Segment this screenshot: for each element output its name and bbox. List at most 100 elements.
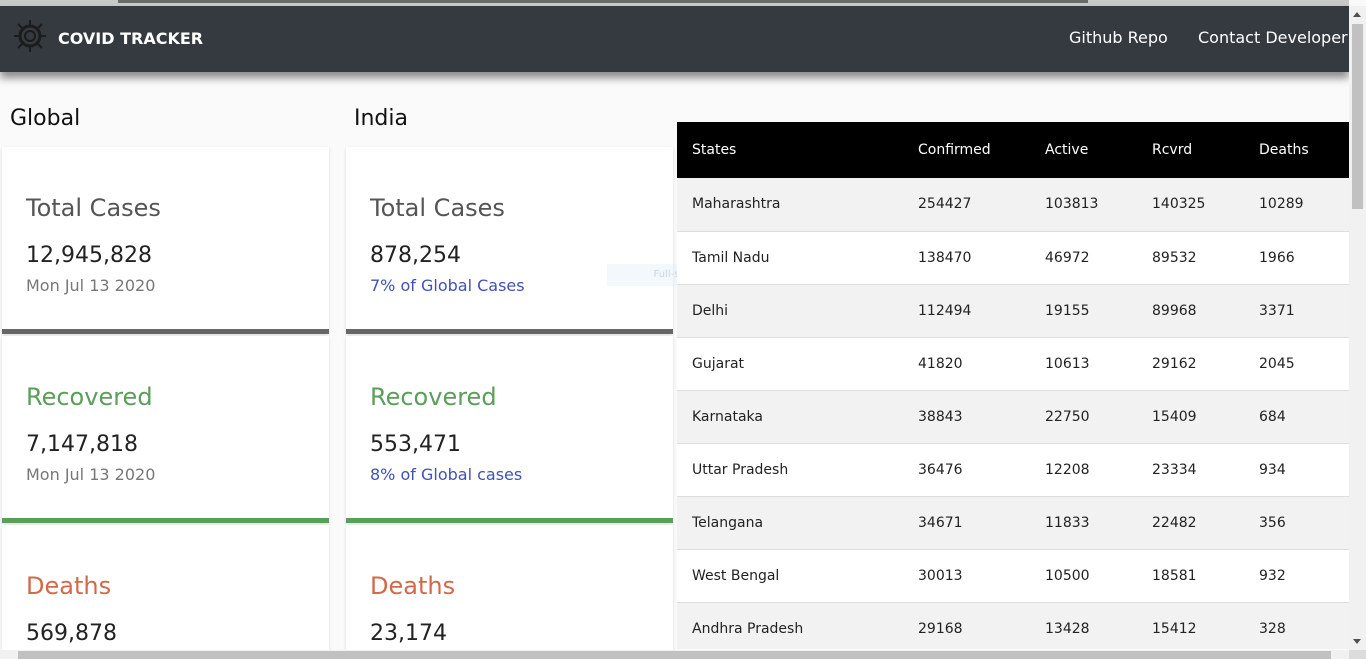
cell-recovered: 29162 <box>1152 355 1197 372</box>
card-title: Deaths <box>26 572 112 600</box>
india-recovered-card: Recovered 553,471 8% of Global cases <box>346 336 673 523</box>
card-title: Total Cases <box>370 194 505 222</box>
cell-state: Gujarat <box>692 355 745 372</box>
cell-confirmed: 29168 <box>918 620 963 637</box>
card-value: 569,878 <box>26 621 117 646</box>
table-row[interactable]: Andhra Pradesh 29168 13428 15412 328 <box>677 602 1349 649</box>
card-value: 23,174 <box>370 621 447 646</box>
cell-deaths: 932 <box>1259 567 1286 584</box>
card-date: Mon Jul 13 2020 <box>26 465 156 484</box>
scroll-down-icon[interactable] <box>1353 639 1361 644</box>
cell-state: West Bengal <box>692 567 780 584</box>
horizontal-scrollbar[interactable] <box>0 650 1349 659</box>
cell-recovered: 15412 <box>1152 620 1197 637</box>
cell-recovered: 18581 <box>1152 567 1197 584</box>
card-percentage: 7% of Global Cases <box>370 276 525 295</box>
india-section-title: India <box>354 106 408 131</box>
card-value: 12,945,828 <box>26 243 152 268</box>
table-row[interactable]: Tamil Nadu 138470 46972 89532 1966 <box>677 231 1349 284</box>
vertical-scroll-thumb[interactable] <box>1352 24 1363 209</box>
table-row[interactable]: Karnataka 38843 22750 15409 684 <box>677 390 1349 443</box>
header-active[interactable]: Active <box>1045 122 1152 178</box>
table-header-row: States Confirmed Active Rcvrd Deaths <box>677 122 1349 178</box>
cell-confirmed: 112494 <box>918 302 972 319</box>
card-value: 553,471 <box>370 432 461 457</box>
cell-confirmed: 34671 <box>918 514 963 531</box>
cell-deaths: 356 <box>1259 514 1286 531</box>
cell-confirmed: 30013 <box>918 567 963 584</box>
cell-active: 13428 <box>1045 620 1090 637</box>
card-date: Mon Jul 13 2020 <box>26 276 156 295</box>
global-recovered-card: Recovered 7,147,818 Mon Jul 13 2020 <box>2 336 329 523</box>
cell-state: Telangana <box>692 514 764 531</box>
states-table: States Confirmed Active Rcvrd Deaths Mah… <box>677 122 1349 649</box>
scroll-up-icon[interactable] <box>1353 12 1361 17</box>
card-title: Deaths <box>370 572 456 600</box>
cell-active: 10613 <box>1045 355 1090 372</box>
cell-recovered: 89532 <box>1152 249 1197 266</box>
cell-active: 19155 <box>1045 302 1090 319</box>
india-total-card: Total Cases 878,254 7% of Global Cases <box>346 147 673 334</box>
cell-confirmed: 38843 <box>918 408 963 425</box>
card-accent-bar <box>2 518 329 523</box>
virus-icon <box>14 20 46 52</box>
cell-state: Uttar Pradesh <box>692 461 789 478</box>
table-row[interactable]: Uttar Pradesh 36476 12208 23334 934 <box>677 443 1349 496</box>
header-recovered[interactable]: Rcvrd <box>1152 122 1259 178</box>
global-deaths-card: Deaths 569,878 <box>2 525 329 655</box>
cell-active: 22750 <box>1045 408 1090 425</box>
card-accent-bar <box>346 518 673 523</box>
cell-active: 103813 <box>1045 196 1099 213</box>
cell-state: Delhi <box>692 302 729 319</box>
table-row[interactable]: Gujarat 41820 10613 29162 2045 <box>677 337 1349 390</box>
contact-developer-link[interactable]: Contact Developer <box>1198 28 1348 47</box>
global-total-card: Total Cases 12,945,828 Mon Jul 13 2020 <box>2 147 329 334</box>
cell-active: 46972 <box>1045 249 1090 266</box>
cell-state: Karnataka <box>692 408 763 425</box>
cell-confirmed: 36476 <box>918 461 963 478</box>
horizontal-scroll-thumb[interactable] <box>18 651 1331 659</box>
global-section-title: Global <box>10 106 81 131</box>
card-title: Recovered <box>26 383 153 411</box>
vertical-scrollbar[interactable] <box>1349 6 1366 650</box>
card-percentage: 8% of Global cases <box>370 465 523 484</box>
table-row[interactable]: West Bengal 30013 10500 18581 932 <box>677 549 1349 602</box>
cell-confirmed: 138470 <box>918 249 972 266</box>
header-states[interactable]: States <box>677 122 918 178</box>
cell-recovered: 15409 <box>1152 408 1197 425</box>
india-deaths-card: Deaths 23,174 <box>346 525 673 655</box>
brand-title[interactable]: COVID TRACKER <box>58 29 203 48</box>
table-row[interactable]: Delhi 112494 19155 89968 3371 <box>677 284 1349 337</box>
card-value: 7,147,818 <box>26 432 138 457</box>
scrollbar-corner <box>1349 650 1366 659</box>
cell-active: 12208 <box>1045 461 1090 478</box>
cell-state: Maharashtra <box>692 196 781 213</box>
table-row[interactable]: Telangana 34671 11833 22482 356 <box>677 496 1349 549</box>
cell-deaths: 328 <box>1259 620 1286 637</box>
navbar: COVID TRACKER Github Repo Contact Develo… <box>0 6 1349 72</box>
cell-deaths: 10289 <box>1259 196 1304 213</box>
github-repo-link[interactable]: Github Repo <box>1069 28 1168 47</box>
card-accent-bar <box>2 329 329 334</box>
cell-recovered: 22482 <box>1152 514 1197 531</box>
loading-bar <box>118 0 1088 3</box>
card-accent-bar <box>346 329 673 334</box>
cell-state: Tamil Nadu <box>692 249 770 266</box>
card-title: Total Cases <box>26 194 161 222</box>
cell-deaths: 684 <box>1259 408 1286 425</box>
header-confirmed[interactable]: Confirmed <box>918 122 1045 178</box>
cell-deaths: 934 <box>1259 461 1286 478</box>
cell-active: 10500 <box>1045 567 1090 584</box>
table-row[interactable]: Maharashtra 254427 103813 140325 10289 <box>677 178 1349 231</box>
cell-deaths: 1966 <box>1259 249 1295 266</box>
card-value: 878,254 <box>370 243 461 268</box>
cell-recovered: 140325 <box>1152 196 1206 213</box>
cell-state: Andhra Pradesh <box>692 620 804 637</box>
cell-deaths: 3371 <box>1259 302 1295 319</box>
cell-recovered: 89968 <box>1152 302 1197 319</box>
cell-confirmed: 254427 <box>918 196 972 213</box>
cell-active: 11833 <box>1045 514 1090 531</box>
cell-deaths: 2045 <box>1259 355 1295 372</box>
header-deaths[interactable]: Deaths <box>1259 122 1349 178</box>
cell-confirmed: 41820 <box>918 355 963 372</box>
